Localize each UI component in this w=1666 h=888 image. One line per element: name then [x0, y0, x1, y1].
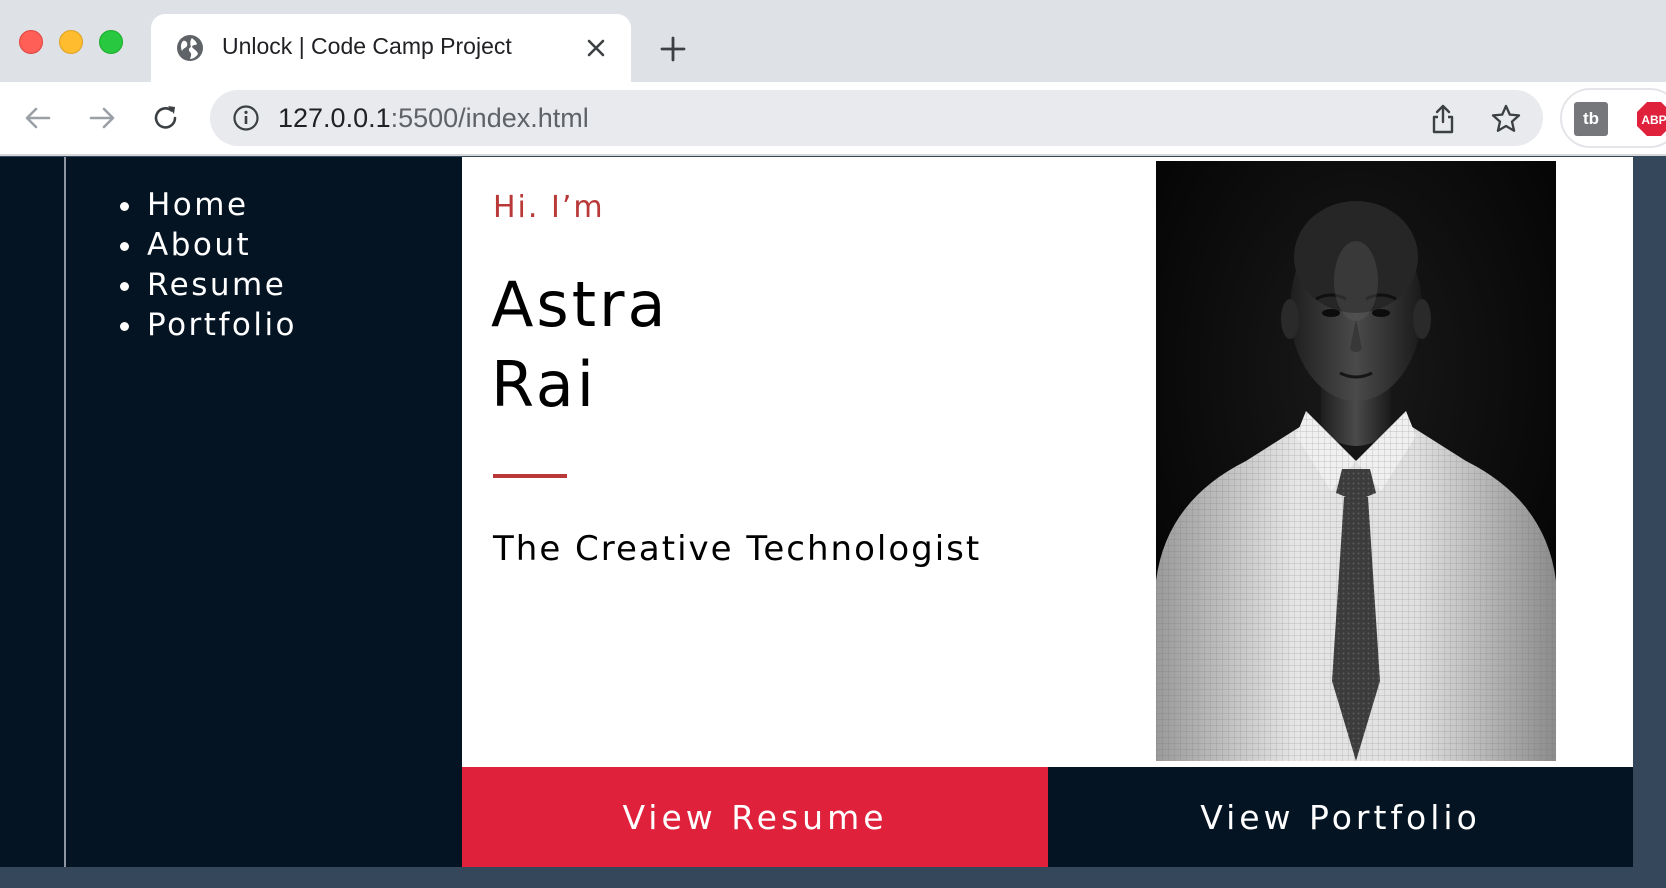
- abp-label: ABP: [1641, 113, 1666, 127]
- greeting-text: Hi. I’m: [493, 190, 605, 225]
- portrait-photo: [1156, 161, 1556, 761]
- nav-menu: Home About Resume Portfolio: [95, 185, 297, 345]
- minimize-window-button[interactable]: [59, 30, 83, 54]
- view-portfolio-button[interactable]: View Portfolio: [1048, 767, 1633, 867]
- maximize-window-button[interactable]: [99, 30, 123, 54]
- nav-item-portfolio[interactable]: Portfolio: [145, 305, 297, 345]
- portrait-illustration: [1156, 161, 1556, 761]
- nav-item-resume[interactable]: Resume: [145, 265, 297, 305]
- adblock-plus-icon[interactable]: ABP: [1636, 101, 1666, 137]
- page-viewport: Home About Resume Portfolio Hi. I’m Astr…: [0, 157, 1666, 888]
- tab-title: Unlock | Code Camp Project: [222, 33, 512, 59]
- sidebar-divider: [64, 157, 66, 867]
- browser-toolbar: 127.0.0.1:5500/index.html tb ABP: [0, 82, 1666, 156]
- share-icon[interactable]: [1428, 103, 1458, 135]
- info-icon[interactable]: [232, 104, 260, 132]
- url-path: :5500/index.html: [390, 103, 589, 133]
- nav-item-about[interactable]: About: [145, 225, 297, 265]
- url-text[interactable]: 127.0.0.1:5500/index.html: [278, 103, 589, 134]
- nav-item-home[interactable]: Home: [145, 185, 297, 225]
- forward-arrow-icon[interactable]: [85, 101, 119, 135]
- new-tab-icon[interactable]: [658, 34, 688, 64]
- browser-tab-strip: Unlock | Code Camp Project: [0, 0, 1666, 84]
- tubebuddy-extension-icon[interactable]: tb: [1574, 102, 1608, 136]
- globe-icon: [177, 35, 203, 61]
- last-name: Rai: [491, 348, 597, 421]
- reload-icon[interactable]: [149, 101, 183, 135]
- accent-divider: [493, 474, 567, 478]
- back-arrow-icon[interactable]: [21, 101, 55, 135]
- bookmark-star-icon[interactable]: [1490, 103, 1522, 135]
- extensions-area: tb ABP: [1560, 88, 1666, 148]
- url-host: 127.0.0.1: [278, 103, 391, 133]
- address-bar[interactable]: 127.0.0.1:5500/index.html: [210, 90, 1543, 146]
- view-resume-button[interactable]: View Resume: [462, 767, 1048, 867]
- browser-tab[interactable]: Unlock | Code Camp Project: [151, 14, 631, 84]
- close-tab-icon[interactable]: [583, 35, 609, 61]
- first-name: Astra: [491, 268, 669, 341]
- tagline: The Creative Technologist: [493, 529, 982, 569]
- close-window-button[interactable]: [19, 30, 43, 54]
- hero-card: Hi. I’m Astra Rai The Creative Technolog…: [462, 157, 1633, 767]
- sidebar: Home About Resume Portfolio: [0, 157, 462, 867]
- hero-name: Astra Rai: [491, 265, 669, 425]
